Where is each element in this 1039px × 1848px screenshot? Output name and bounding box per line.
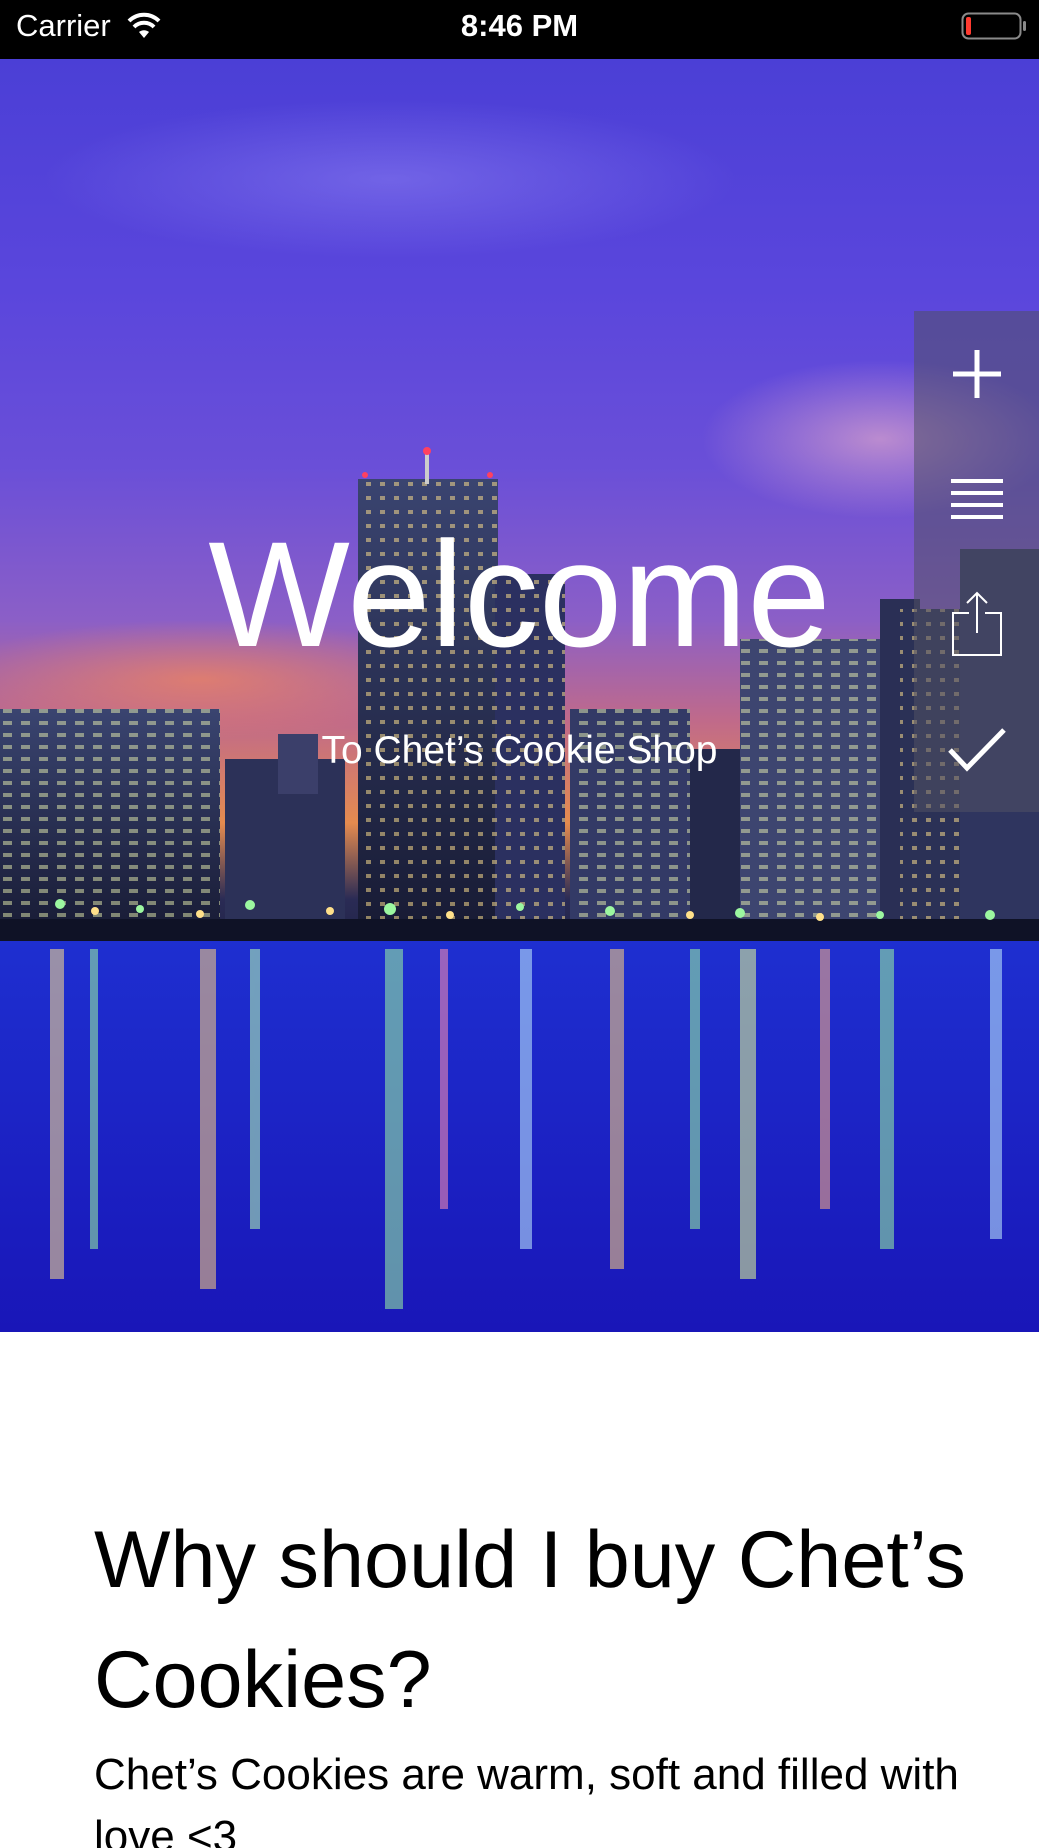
plus-icon (952, 349, 1001, 398)
section-heading: Why should I buy Chet’s Cookies? (94, 1515, 966, 1725)
city-skyline-image (0, 447, 1039, 1332)
hero-banner: Welcome To Chet’s Cookie Shop (0, 59, 1039, 1332)
list-button[interactable] (914, 436, 1039, 561)
floating-toolbar (914, 311, 1039, 812)
hero-title: Welcome (208, 510, 831, 678)
done-button[interactable] (914, 686, 1039, 811)
share-button[interactable] (914, 561, 1039, 686)
share-icon (951, 591, 1002, 656)
list-icon (950, 478, 1003, 519)
hero-subtitle: To Chet’s Cookie Shop (321, 729, 718, 772)
battery-icon (961, 12, 1026, 40)
section-body: Chet’s Cookies are warm, soft and filled… (94, 1750, 959, 1848)
status-time: 8:46 PM (460, 8, 579, 43)
main-content: Why should I buy Chet’s Cookies? Chet’s … (94, 1500, 974, 1848)
checkmark-icon (947, 727, 1006, 772)
status-bar: Carrier 8:46 PM (0, 0, 1039, 59)
add-button[interactable] (914, 311, 1039, 436)
